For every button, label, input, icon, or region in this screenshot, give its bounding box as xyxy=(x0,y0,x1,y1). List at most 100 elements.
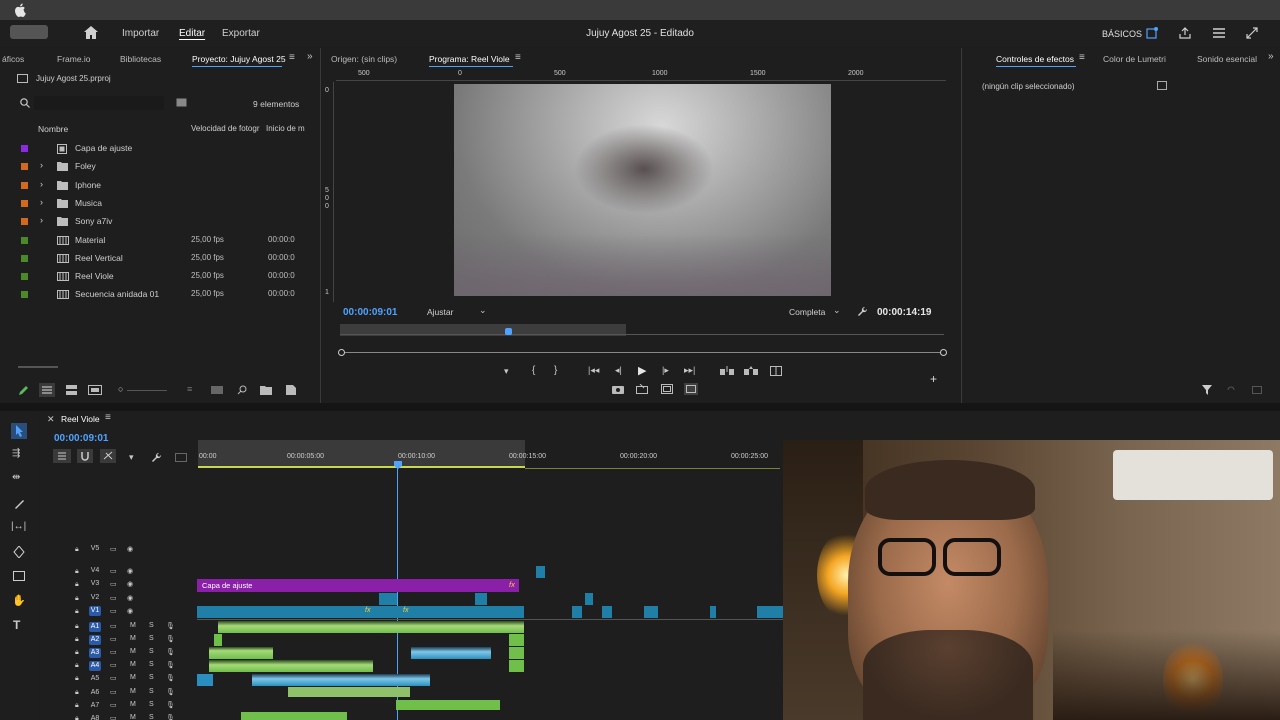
track-lock-icon[interactable]: 🔒︎ xyxy=(75,702,79,710)
solo-button[interactable]: S xyxy=(149,714,154,720)
track-name-a7[interactable]: A7 xyxy=(89,701,101,711)
tab-frameio[interactable]: Frame.io xyxy=(57,54,91,64)
col-header-fps[interactable]: Velocidad de fotogr xyxy=(191,124,260,133)
sync-lock-icon[interactable]: ▭ xyxy=(110,545,117,553)
sync-lock-icon[interactable]: ▭ xyxy=(110,622,117,630)
panel-menu-icon[interactable]: ≡ xyxy=(289,52,295,63)
mute-button[interactable]: M xyxy=(130,648,136,655)
insert-nest-icon[interactable] xyxy=(53,449,71,463)
pen-tool-icon[interactable] xyxy=(13,546,25,558)
quality-dropdown[interactable]: Completa xyxy=(789,307,825,317)
add-marker-icon[interactable]: ▾ xyxy=(504,366,509,377)
sync-lock-icon[interactable]: ▭ xyxy=(110,594,117,602)
timeline-timecode[interactable]: 00:00:09:01 xyxy=(54,433,108,444)
tab-sequence[interactable]: Reel Viole xyxy=(61,414,100,424)
track-lock-icon[interactable]: 🔒︎ xyxy=(75,636,79,644)
label-color-swatch[interactable] xyxy=(21,236,28,244)
eye-icon[interactable]: ◉ xyxy=(127,567,133,575)
program-video-frame[interactable] xyxy=(454,84,831,296)
monitor-playhead[interactable] xyxy=(505,328,513,335)
solo-button[interactable]: S xyxy=(149,622,154,629)
microphone-icon[interactable]: 🎙︎ xyxy=(166,688,175,696)
eye-icon[interactable]: ◉ xyxy=(127,594,133,602)
video-clip[interactable] xyxy=(475,593,487,605)
find-icon[interactable] xyxy=(237,385,247,395)
track-lock-icon[interactable]: 🔒︎ xyxy=(75,623,79,631)
play-icon[interactable]: ▶ xyxy=(638,364,646,377)
mute-button[interactable]: M xyxy=(130,622,136,629)
label-color-swatch[interactable] xyxy=(21,145,28,152)
audio-clip[interactable] xyxy=(214,634,222,646)
program-timecode[interactable]: 00:00:09:01 xyxy=(343,307,397,318)
sync-lock-icon[interactable]: ▭ xyxy=(110,701,117,709)
go-to-in-icon[interactable]: |◂◂ xyxy=(588,365,599,376)
track-name-v5[interactable]: V5 xyxy=(89,544,101,554)
label-color-swatch[interactable] xyxy=(21,163,28,171)
track-name-a6[interactable]: A6 xyxy=(89,688,101,698)
horizontal-divider[interactable] xyxy=(0,403,1280,411)
track-lock-icon[interactable]: 🔒︎ xyxy=(75,608,79,616)
video-clip[interactable] xyxy=(602,606,612,618)
track-lock-icon[interactable]: 🔒︎ xyxy=(75,568,79,576)
snap-icon[interactable] xyxy=(77,449,93,463)
new-bin-folder-icon[interactable] xyxy=(260,385,272,395)
track-lock-icon[interactable]: 🔒︎ xyxy=(75,715,79,720)
step-forward-icon[interactable]: |▸ xyxy=(662,365,669,376)
audio-clip[interactable] xyxy=(509,660,524,672)
tab-lumetri-color[interactable]: Color de Lumetri xyxy=(1103,54,1166,64)
eye-icon[interactable]: ◉ xyxy=(127,580,133,588)
add-marker-icon[interactable]: ▾ xyxy=(129,452,134,463)
track-name-a4[interactable]: A4 xyxy=(89,661,101,672)
eye-icon[interactable]: ◉ xyxy=(127,607,133,615)
sync-lock-icon[interactable]: ▭ xyxy=(110,688,117,696)
audio-clip-a8[interactable] xyxy=(241,712,347,720)
hand-tool-icon[interactable]: ✋ xyxy=(12,594,26,607)
mute-button[interactable]: M xyxy=(130,714,136,720)
track-select-tool-icon[interactable]: ⇶ xyxy=(12,448,20,459)
track-name-a2[interactable]: A2 xyxy=(89,635,101,646)
zoom-slider-handle[interactable]: ○ xyxy=(118,384,123,394)
solo-button[interactable]: S xyxy=(149,674,154,681)
vr-toggle-icon[interactable] xyxy=(684,383,698,395)
track-name-a1[interactable]: A1 xyxy=(89,622,101,632)
scrollbar-handle[interactable] xyxy=(18,366,58,368)
track-name-v4[interactable]: V4 xyxy=(89,566,101,576)
label-color-swatch[interactable] xyxy=(21,291,28,299)
freeform-view-icon[interactable] xyxy=(88,385,102,395)
track-name-v3[interactable]: V3 xyxy=(89,579,101,589)
track-lock-icon[interactable]: 🔒︎ xyxy=(75,662,79,670)
close-icon[interactable]: ✕ xyxy=(47,414,55,425)
label-color-swatch[interactable] xyxy=(21,254,28,262)
audio-clip[interactable] xyxy=(197,674,213,686)
timeline-settings-icon[interactable] xyxy=(151,452,162,463)
audio-clip-a5[interactable] xyxy=(252,674,430,686)
track-lock-icon[interactable]: 🔒︎ xyxy=(75,649,79,657)
slip-tool-icon[interactable]: |↔| xyxy=(11,521,26,532)
project-item[interactable]: Reel Vertical 25,00 fps 00:00:0 xyxy=(0,251,320,267)
solo-button[interactable]: S xyxy=(149,635,154,642)
loop-icon[interactable] xyxy=(1227,386,1237,394)
audio-clip[interactable] xyxy=(509,647,524,659)
solo-button[interactable]: S xyxy=(149,648,154,655)
chevron-down-icon[interactable]: ⌄ xyxy=(479,305,487,316)
filter-icon[interactable] xyxy=(1202,385,1212,395)
project-item[interactable]: Reel Viole 25,00 fps 00:00:0 xyxy=(0,269,320,285)
audio-clip-a3[interactable] xyxy=(209,647,273,659)
project-item[interactable]: › Foley xyxy=(0,159,320,175)
safe-margins-icon[interactable] xyxy=(661,384,673,394)
tab-effect-controls[interactable]: Controles de efectos xyxy=(996,54,1074,64)
sync-lock-icon[interactable]: ▭ xyxy=(110,714,117,720)
linked-selection-icon[interactable] xyxy=(100,449,116,463)
audio-clip-a4[interactable] xyxy=(209,660,373,672)
sync-lock-icon[interactable]: ▭ xyxy=(110,635,117,643)
mark-out-icon[interactable]: } xyxy=(554,365,557,376)
fit-dropdown[interactable]: Ajustar xyxy=(427,307,453,317)
workspace-icon[interactable] xyxy=(1146,27,1158,39)
track-lock-icon[interactable]: 🔒︎ xyxy=(75,689,79,697)
chevron-right-icon[interactable]: › xyxy=(40,197,43,207)
add-button-icon[interactable]: + xyxy=(930,372,937,386)
microphone-icon[interactable]: 🎙︎ xyxy=(166,635,175,643)
mark-in-icon[interactable]: { xyxy=(532,365,535,376)
export-icon[interactable] xyxy=(1252,386,1262,394)
step-back-icon[interactable]: ◂| xyxy=(615,365,622,376)
